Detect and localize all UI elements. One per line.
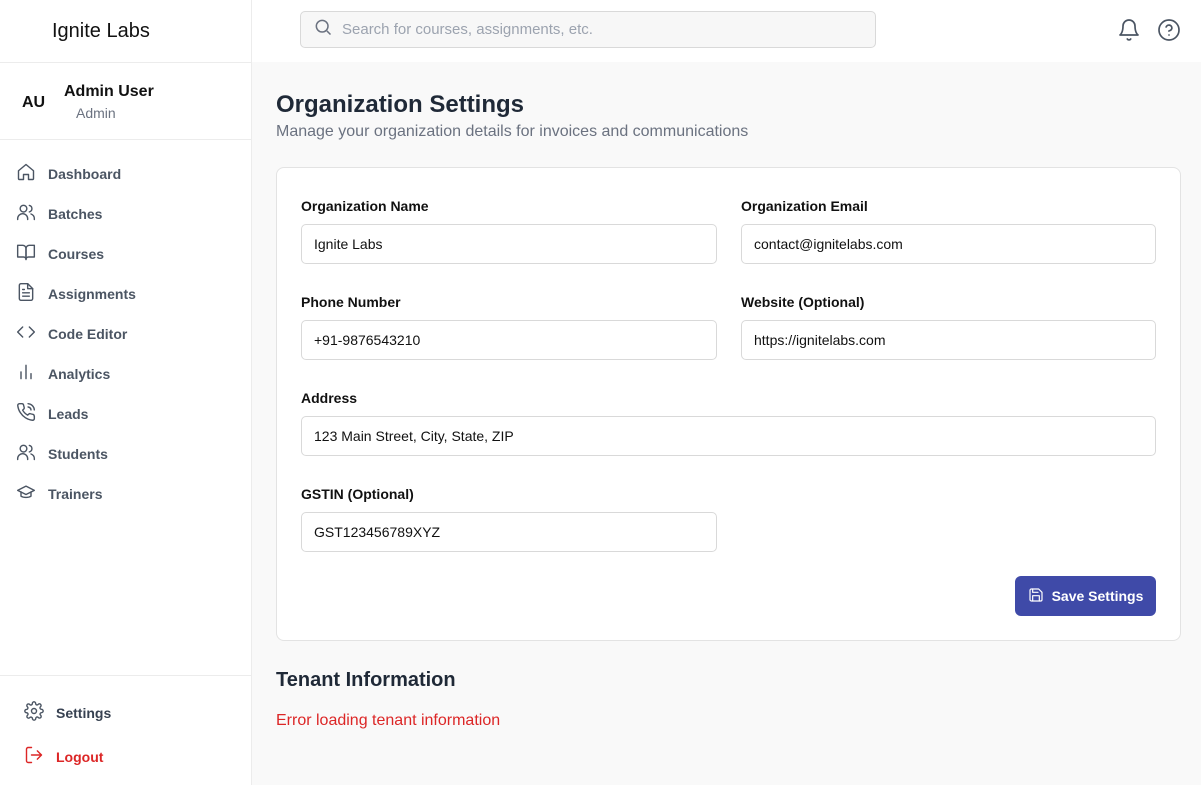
gstin-field[interactable] — [301, 512, 717, 552]
sidebar: Ignite Labs AU Admin User Admin Dashboar… — [0, 0, 252, 785]
sidebar-item-leads[interactable]: Leads — [0, 394, 251, 434]
settings-label: Settings — [56, 705, 112, 721]
sidebar-item-label: Assignments — [48, 286, 136, 302]
save-settings-label: Save Settings — [1051, 588, 1144, 604]
book-open-icon — [16, 242, 36, 267]
logout-link[interactable]: Logout — [0, 735, 251, 779]
sidebar-item-label: Trainers — [48, 486, 103, 502]
phone-field[interactable] — [301, 320, 717, 360]
sidebar-item-label: Code Editor — [48, 326, 128, 342]
sidebar-item-students[interactable]: Students — [0, 434, 251, 474]
bell-icon — [1117, 19, 1141, 46]
graduation-cap-icon — [16, 482, 36, 507]
sidebar-item-code-editor[interactable]: Code Editor — [0, 314, 251, 354]
users-icon — [16, 202, 36, 227]
org-email-field[interactable] — [741, 224, 1156, 264]
brand-header: Ignite Labs — [0, 0, 251, 63]
sidebar-item-label: Leads — [48, 406, 89, 422]
sidebar-item-courses[interactable]: Courses — [0, 234, 251, 274]
users-icon — [16, 442, 36, 467]
org-name-label: Organization Name — [301, 198, 429, 214]
home-icon — [16, 162, 36, 187]
sidebar-item-trainers[interactable]: Trainers — [0, 474, 251, 514]
logout-label: Logout — [56, 749, 104, 765]
phone-label: Phone Number — [301, 294, 401, 310]
bar-chart-icon — [16, 362, 36, 387]
help-circle-icon — [1157, 19, 1181, 46]
help-button[interactable] — [1157, 18, 1181, 42]
address-label: Address — [301, 390, 358, 406]
brand-name: Ignite Labs — [52, 19, 150, 42]
search-input[interactable] — [342, 21, 862, 38]
page-title: Organization Settings — [276, 91, 525, 118]
website-label: Website (Optional) — [741, 294, 865, 310]
sidebar-nav: Dashboard Batches Courses Assignments Co… — [0, 154, 251, 514]
sidebar-item-assignments[interactable]: Assignments — [0, 274, 251, 314]
tenant-section-title: Tenant Information — [276, 669, 456, 691]
save-icon — [1028, 587, 1044, 606]
user-profile: AU Admin User Admin — [0, 63, 251, 140]
org-email-label: Organization Email — [741, 198, 868, 214]
save-settings-button[interactable]: Save Settings — [1015, 576, 1156, 616]
user-role: Admin — [76, 105, 116, 121]
settings-link[interactable]: Settings — [0, 691, 251, 735]
sidebar-item-label: Students — [48, 446, 108, 462]
sidebar-item-batches[interactable]: Batches — [0, 194, 251, 234]
tenant-error-message: Error loading tenant information — [276, 712, 501, 729]
top-bar — [252, 0, 1201, 62]
notifications-button[interactable] — [1117, 18, 1141, 42]
sidebar-item-analytics[interactable]: Analytics — [0, 354, 251, 394]
code-icon — [16, 322, 36, 347]
user-name: Admin User — [64, 83, 154, 100]
search-icon — [301, 17, 333, 42]
page-subtitle: Manage your organization details for inv… — [276, 123, 749, 140]
phone-call-icon — [16, 402, 36, 427]
address-field[interactable] — [301, 416, 1156, 456]
website-field[interactable] — [741, 320, 1156, 360]
avatar: AU — [22, 94, 46, 111]
file-text-icon — [16, 282, 36, 307]
main-content: Organization Settings Manage your organi… — [252, 62, 1201, 785]
search-bar — [300, 11, 876, 48]
organization-form-card: Organization Name Organization Email Pho… — [276, 167, 1181, 641]
sidebar-footer: Settings Logout — [0, 675, 251, 779]
sidebar-item-dashboard[interactable]: Dashboard — [0, 154, 251, 194]
gstin-label: GSTIN (Optional) — [301, 486, 414, 502]
gear-icon — [24, 700, 44, 726]
sidebar-item-label: Dashboard — [48, 166, 122, 182]
logout-icon — [24, 745, 44, 770]
org-name-field[interactable] — [301, 224, 717, 264]
sidebar-item-label: Batches — [48, 206, 103, 222]
sidebar-item-label: Analytics — [48, 366, 111, 382]
sidebar-item-label: Courses — [48, 246, 105, 262]
